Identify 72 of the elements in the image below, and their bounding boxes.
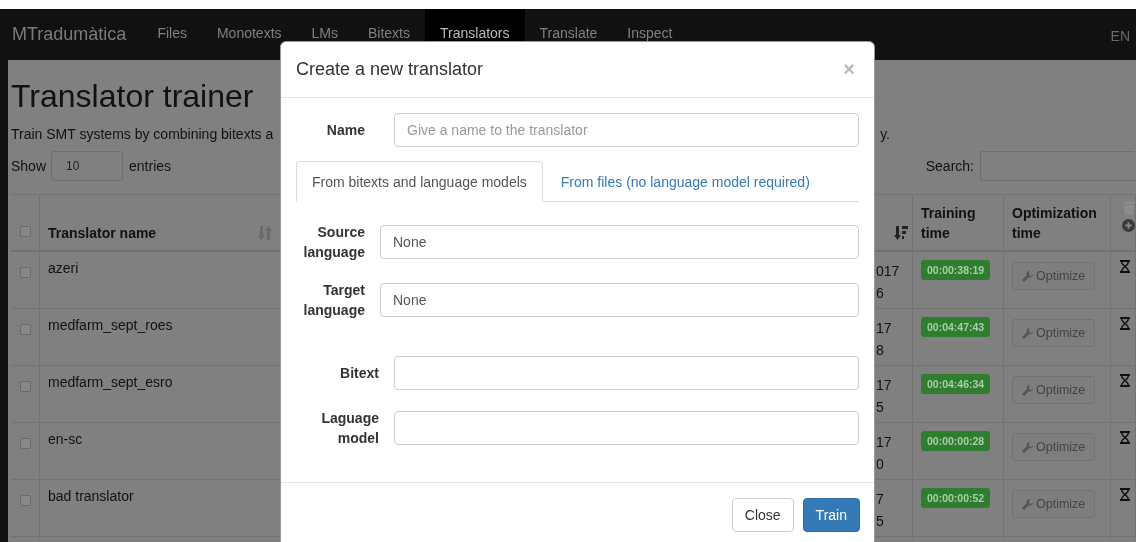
table-cell-text: 017 — [876, 262, 901, 281]
table-cell-text: 8 — [876, 341, 885, 360]
wrench-icon — [1022, 270, 1033, 282]
duration-badge: 00:00:38:19 — [921, 260, 991, 280]
table-cell-text: 17 — [876, 433, 893, 452]
description: y. — [880, 126, 890, 142]
search-label: Search: — [925, 158, 974, 174]
checkbox[interactable] — [19, 267, 31, 278]
hourglass-icon — [1120, 317, 1130, 330]
train-button[interactable]: Train — [802, 498, 860, 532]
table-cell-text: 5 — [876, 398, 885, 417]
wrench-icon — [1022, 441, 1033, 453]
table-cell-text: 5 — [876, 512, 885, 531]
translator-name: bad translator — [48, 488, 134, 504]
translator-name: en-sc — [48, 431, 83, 447]
hourglass-icon — [1120, 431, 1130, 444]
optimize-button[interactable]: Optimize — [1012, 262, 1096, 290]
checkbox[interactable] — [19, 495, 31, 506]
tab[interactable]: From bitexts and language models — [296, 161, 543, 202]
field-label: Source language — [302, 223, 365, 262]
nav-item[interactable]: Files — [142, 9, 202, 60]
select-field[interactable]: None — [380, 225, 859, 259]
wrench-icon — [1022, 498, 1033, 510]
field-label: Name — [325, 121, 365, 140]
hourglass-icon — [1120, 488, 1130, 501]
translator-name: medfarm_sept_esro — [48, 374, 173, 390]
wrench-icon — [1022, 384, 1033, 396]
sort-descending-icon[interactable] — [894, 225, 908, 241]
duration-badge: 00:04:46:34 — [921, 374, 991, 394]
duration-badge: 00:00:00:52 — [921, 488, 991, 508]
entries-label: entries — [129, 158, 172, 174]
page-title: Translator trainer — [11, 77, 255, 116]
brand-name[interactable]: MTradumàtica — [12, 24, 127, 45]
show-label: Show — [11, 158, 47, 174]
dialog-title: Create a new translator — [296, 59, 484, 80]
duration-badge: 00:00:00:28 — [921, 431, 991, 451]
table-cell-text: 17 — [876, 319, 893, 338]
wrench-icon — [1022, 327, 1033, 339]
field-label: Bitext — [339, 364, 379, 383]
column-header[interactable]: Translator name — [48, 223, 157, 243]
select-field[interactable]: None — [380, 283, 859, 317]
entries-select[interactable]: 10 — [51, 151, 124, 181]
description: Train SMT systems by combining bitexts a — [11, 126, 274, 142]
hourglass-icon — [1120, 374, 1130, 387]
column-header[interactable]: Optimization time — [1012, 203, 1102, 243]
checkbox[interactable] — [19, 381, 31, 392]
input-field[interactable] — [394, 356, 859, 390]
name-field[interactable]: Give a name to the translator — [394, 113, 859, 147]
table-cell-text: 7 — [876, 490, 885, 509]
table-cell-text: 17 — [876, 376, 893, 395]
input-field[interactable] — [394, 411, 859, 445]
optimize-button[interactable]: Optimize — [1012, 376, 1096, 404]
close-button[interactable]: Close — [731, 498, 794, 532]
translator-name: medfarm_sept_roes — [48, 317, 173, 333]
table-cell-text: 0 — [876, 455, 885, 474]
column-header[interactable]: Training time — [921, 203, 995, 243]
language-menu[interactable]: EN — [1110, 28, 1130, 60]
checkbox[interactable] — [19, 324, 31, 335]
field-label: Laguage model — [320, 409, 379, 448]
hourglass-icon — [1120, 260, 1130, 273]
table-cell-text: 6 — [876, 284, 885, 303]
optimize-button[interactable]: Optimize — [1012, 490, 1096, 518]
field-label: Target language — [302, 281, 365, 320]
nav-item[interactable]: Monotexts — [201, 9, 297, 60]
checkbox[interactable] — [19, 438, 31, 449]
tab[interactable]: From files (no language model required) — [544, 161, 826, 202]
checkbox[interactable] — [19, 225, 31, 237]
plus-circle-icon[interactable] — [1122, 219, 1135, 232]
duration-badge: 00:04:47:43 — [921, 317, 991, 337]
optimize-button[interactable]: Optimize — [1012, 319, 1096, 347]
translator-name: azeri — [48, 260, 79, 276]
optimize-button[interactable]: Optimize — [1012, 433, 1096, 461]
